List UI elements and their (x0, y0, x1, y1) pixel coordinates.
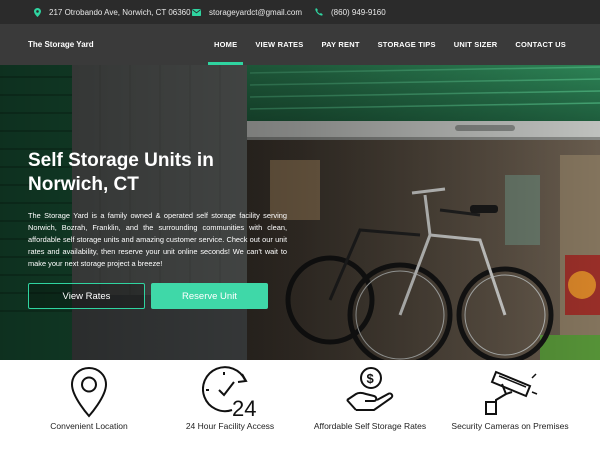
feature-security-cameras: Security Cameras on Premises (435, 360, 585, 450)
envelope-icon (192, 8, 201, 16)
feature-label: Affordable Self Storage Rates (313, 421, 427, 431)
phone-link[interactable]: (860) 949-9160 (331, 8, 386, 17)
feature-label: 24 Hour Facility Access (185, 421, 275, 431)
reserve-unit-button[interactable]: Reserve Unit (151, 283, 268, 309)
feature-affordable-rates: $ Affordable Self Storage Rates (295, 360, 445, 450)
feature-convenient-location: Convenient Location (14, 360, 164, 450)
brand-logo[interactable]: The Storage Yard (28, 24, 94, 65)
nav-item-storage-tips[interactable]: STORAGE TIPS (378, 24, 436, 65)
location-pin-icon (14, 366, 164, 418)
email-link[interactable]: storageyardct@gmail.com (209, 8, 302, 17)
svg-text:24: 24 (232, 396, 256, 418)
view-rates-button[interactable]: View Rates (28, 283, 145, 309)
feature-label: Convenient Location (50, 421, 128, 431)
phone-info[interactable]: (860) 949-9160 (315, 0, 386, 24)
feature-24-hour-access: 24 24 Hour Facility Access (155, 360, 305, 450)
main-navbar: The Storage Yard HOME VIEW RATES PAY REN… (0, 24, 600, 65)
nav-item-home[interactable]: HOME (207, 24, 244, 65)
nav-item-unit-sizer[interactable]: UNIT SIZER (454, 24, 498, 65)
features-section: Convenient Location 24 24 Hour Facility … (0, 360, 600, 450)
nav-item-contact-us[interactable]: CONTACT US (515, 24, 566, 65)
email-info[interactable]: storageyardct@gmail.com (192, 0, 302, 24)
nav-item-pay-rent[interactable]: PAY RENT (321, 24, 359, 65)
nav-item-view-rates[interactable]: VIEW RATES (255, 24, 303, 65)
top-info-bar: 217 Otrobando Ave, Norwich, CT 06360 sto… (0, 0, 600, 24)
main-nav: HOME VIEW RATES PAY RENT STORAGE TIPS UN… (196, 24, 566, 65)
phone-icon (315, 8, 323, 16)
map-marker-icon (34, 7, 41, 17)
dollar-hand-icon: $ (295, 366, 445, 418)
hero-title: Self Storage Units in Norwich, CT (28, 150, 214, 195)
address-text: 217 Otrobando Ave, Norwich, CT 06360 (49, 7, 191, 17)
svg-text:$: $ (367, 371, 375, 386)
hero-description: The Storage Yard is a family owned & ope… (28, 211, 287, 269)
clock-24-icon: 24 (155, 366, 305, 418)
hero-section: Self Storage Units in Norwich, CT The St… (0, 65, 600, 360)
security-camera-icon (435, 366, 585, 418)
feature-label: Security Cameras on Premises (451, 421, 569, 431)
address-info: 217 Otrobando Ave, Norwich, CT 06360 (34, 0, 191, 24)
